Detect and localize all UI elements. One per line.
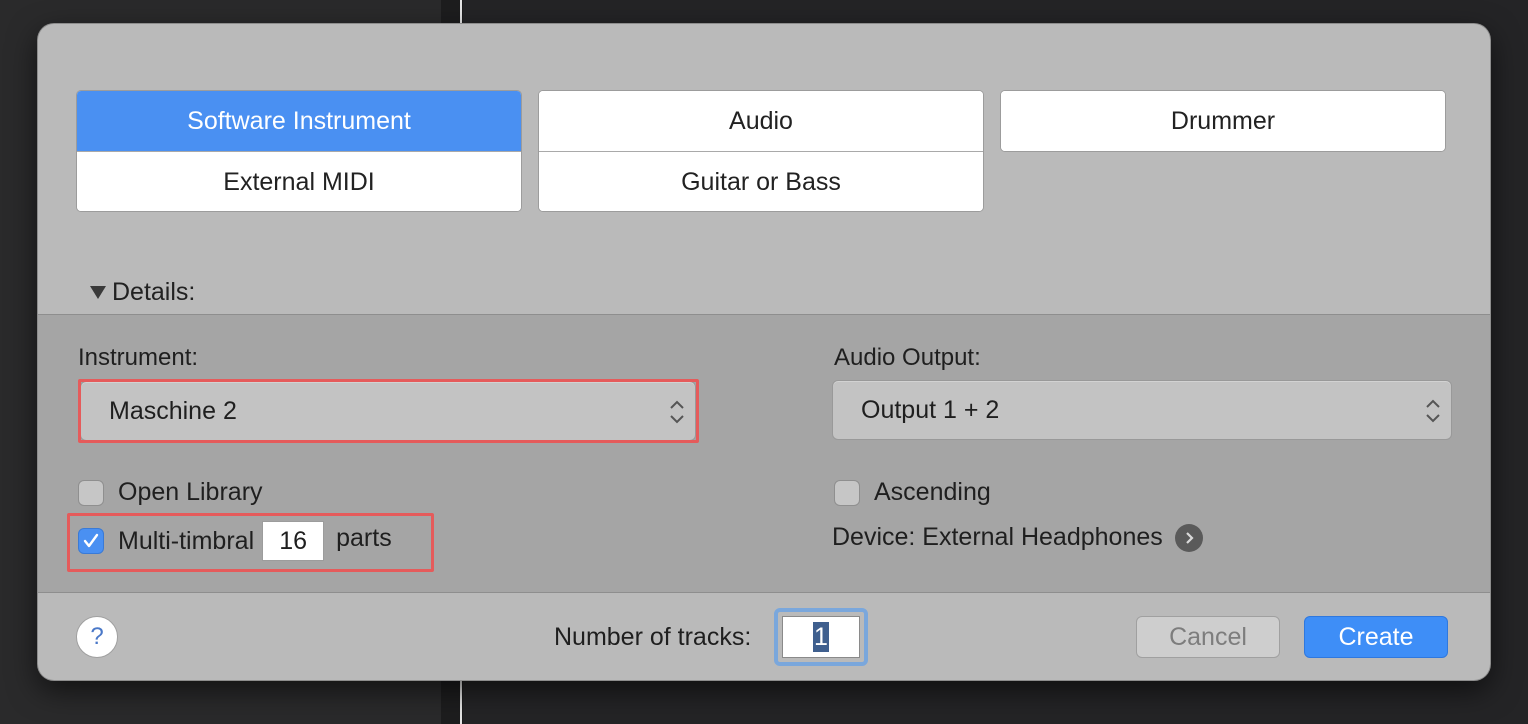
ascending-label: Ascending (874, 478, 991, 506)
open-library-option[interactable]: Open Library (78, 478, 263, 507)
ascending-checkbox[interactable] (834, 479, 860, 506)
up-down-arrows-icon (670, 400, 684, 424)
audio-tile[interactable]: Audio (539, 91, 983, 151)
instrument-label: Instrument: (78, 344, 199, 371)
create-button[interactable]: Create (1304, 616, 1448, 658)
number-of-tracks-field[interactable]: 1 (782, 616, 860, 658)
up-down-arrows-icon (1426, 399, 1440, 423)
checkmark-icon (83, 533, 99, 548)
chevron-right-icon (1185, 531, 1194, 544)
device-label: Device: External Headphones (832, 523, 1163, 551)
open-library-checkbox[interactable] (78, 479, 104, 506)
multi-timbral-option: Multi-timbral 16 parts (78, 521, 392, 561)
drummer-tile[interactable]: Drummer (1001, 91, 1445, 151)
guitar-or-bass-tile[interactable]: Guitar or Bass (539, 152, 983, 211)
cancel-button[interactable]: Cancel (1136, 616, 1280, 658)
drummer-track-group: Drummer (1000, 90, 1446, 152)
new-track-dialog: Software Instrument External MIDI Audio … (38, 24, 1490, 680)
audio-track-group: Audio Guitar or Bass (538, 90, 984, 212)
open-library-label: Open Library (118, 478, 263, 506)
audio-output-label: Audio Output: (834, 344, 981, 371)
details-panel: Instrument: Maschine 2 Audio Output: Out… (38, 314, 1490, 593)
details-label: Details: (112, 278, 196, 306)
external-midi-tile[interactable]: External MIDI (77, 152, 521, 211)
device-arrow-button[interactable] (1174, 523, 1203, 552)
parts-count-field[interactable]: 16 (262, 521, 325, 561)
details-disclosure[interactable]: Details: (90, 278, 195, 307)
parts-label: parts (336, 523, 392, 552)
multi-timbral-checkbox[interactable] (78, 528, 104, 554)
ascending-option[interactable]: Ascending (834, 478, 991, 507)
midi-track-group: Software Instrument External MIDI (76, 90, 522, 212)
multi-timbral-label: Multi-timbral (118, 526, 255, 555)
instrument-value: Maschine 2 (109, 396, 237, 425)
help-button[interactable]: ? (76, 616, 118, 658)
instrument-popup[interactable]: Maschine 2 (80, 381, 696, 441)
disclosure-triangle-icon (90, 286, 106, 299)
software-instrument-tile[interactable]: Software Instrument (77, 91, 521, 151)
tracks-value: 1 (813, 622, 829, 652)
audio-output-value: Output 1 + 2 (861, 395, 1000, 424)
audio-output-popup[interactable]: Output 1 + 2 (832, 380, 1452, 440)
number-of-tracks-label: Number of tracks: (554, 623, 752, 651)
device-row: Device: External Headphones (832, 523, 1203, 552)
